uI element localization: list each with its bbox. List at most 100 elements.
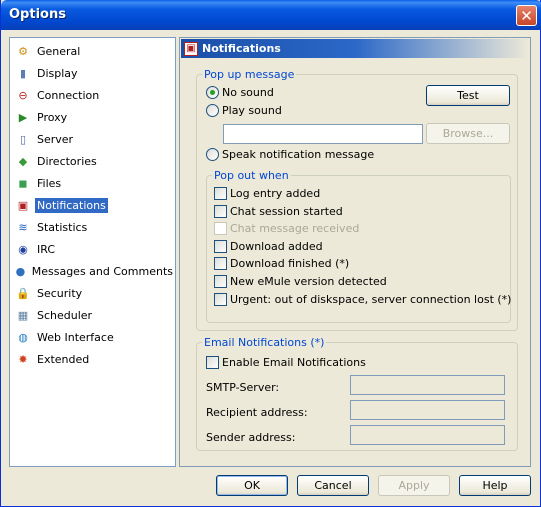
nav-item-irc[interactable]: ◉ IRC xyxy=(10,238,175,260)
nav-item-statistics[interactable]: ≋ Statistics xyxy=(10,216,175,238)
pop-out-label: Log entry added xyxy=(230,187,321,200)
smtp-server-label: SMTP-Server: xyxy=(206,381,280,394)
pop-out-checkbox xyxy=(214,222,227,236)
connection-icon: ⊖ xyxy=(18,88,28,102)
nav-item-label: Proxy xyxy=(37,110,68,124)
enable-email-checkbox[interactable] xyxy=(206,356,219,369)
no-sound-radio[interactable] xyxy=(206,86,219,99)
web-interface-icon: ◍ xyxy=(18,330,28,344)
no-sound-option[interactable]: No sound xyxy=(206,86,274,99)
nav-item-server[interactable]: ▯ Server xyxy=(10,128,175,150)
cancel-button[interactable]: Cancel xyxy=(297,475,369,496)
scheduler-icon: ▦ xyxy=(17,308,29,322)
pop-out-option[interactable]: Download finished (*) xyxy=(214,257,350,271)
play-sound-option[interactable]: Play sound xyxy=(206,104,282,117)
nav-item-files[interactable]: ◼ Files xyxy=(10,172,175,194)
ok-button[interactable]: OK xyxy=(216,475,288,496)
window-title: Options xyxy=(9,7,66,22)
sender-address-label: Sender address: xyxy=(206,431,296,444)
nav-item-display[interactable]: ▮ Display xyxy=(10,62,175,84)
nav-item-web-interface[interactable]: ◍ Web Interface xyxy=(10,326,175,348)
pop-out-option[interactable]: New eMule version detected xyxy=(214,275,387,288)
proxy-icon: ▶ xyxy=(18,110,28,124)
no-sound-label: No sound xyxy=(222,86,274,99)
nav-item-label: Display xyxy=(37,66,78,80)
nav-item-scheduler[interactable]: ▦ Scheduler xyxy=(10,304,175,326)
recipient-address-label: Recipient address: xyxy=(206,406,308,419)
nav-item-label: Scheduler xyxy=(37,308,93,322)
pop-out-option[interactable]: Download added xyxy=(214,239,323,253)
email-notifications-group: Email Notifications (*) Enable Email Not… xyxy=(196,336,518,451)
nav-item-messages-and-comments[interactable]: ● Messages and Comments xyxy=(10,260,175,282)
pop-out-checkbox[interactable] xyxy=(214,257,227,271)
nav-item-general[interactable]: ⚙ General xyxy=(10,40,175,62)
play-sound-radio[interactable] xyxy=(206,104,219,117)
speak-option[interactable]: Speak notification message xyxy=(206,148,374,161)
nav-item-label: Notifications xyxy=(35,197,108,213)
pop-out-label: New eMule version detected xyxy=(230,275,387,288)
speak-radio[interactable] xyxy=(206,148,219,161)
enable-email-option[interactable]: Enable Email Notifications xyxy=(206,356,366,369)
nav-item-label: Security xyxy=(37,286,83,300)
extended-icon: ✸ xyxy=(18,352,28,366)
sound-file-input[interactable] xyxy=(223,124,423,144)
pop-out-option[interactable]: Chat session started xyxy=(214,204,343,218)
notifications-panel: ▣ Notifications Pop up message No sound … xyxy=(179,37,531,467)
security-icon: 🔒 xyxy=(16,286,30,300)
pop-out-checkbox[interactable] xyxy=(214,275,227,288)
nav-item-label: Web Interface xyxy=(37,330,114,344)
close-icon: ✕ xyxy=(520,6,533,25)
recipient-address-input[interactable] xyxy=(350,400,505,420)
popup-message-legend: Pop up message xyxy=(202,68,297,81)
browse-button[interactable]: Browse... xyxy=(426,123,510,144)
speak-label: Speak notification message xyxy=(222,148,375,161)
sender-address-input[interactable] xyxy=(350,425,505,445)
messages-icon: ● xyxy=(15,264,26,278)
apply-button-label: Apply xyxy=(398,479,430,492)
popup-message-group: Pop up message No sound Test Play sound … xyxy=(196,68,518,331)
notifications-icon: ▣ xyxy=(17,198,29,212)
general-icon: ⚙ xyxy=(18,44,28,58)
nav-item-label: Extended xyxy=(37,352,90,366)
pop-out-checkbox[interactable] xyxy=(214,239,227,253)
nav-item-label: Directories xyxy=(37,154,97,168)
nav-item-label: IRC xyxy=(37,242,56,256)
pop-out-label: Download finished (*) xyxy=(230,257,350,271)
ok-button-label: OK xyxy=(244,479,260,492)
options-category-list[interactable]: ⚙ General ▮ Display ⊖ Connection ▶ Proxy ▯ Server… xyxy=(9,37,176,467)
pop-out-checkbox[interactable] xyxy=(214,204,227,218)
panel-header: ▣ Notifications xyxy=(181,39,529,58)
irc-icon: ◉ xyxy=(18,242,28,256)
directories-icon: ◆ xyxy=(18,154,28,168)
pop-out-label: Urgent: out of diskspace, server connect… xyxy=(230,292,512,306)
nav-item-security[interactable]: 🔒 Security xyxy=(10,282,175,304)
nav-item-notifications[interactable]: ▣ Notifications xyxy=(10,194,175,216)
cancel-button-label: Cancel xyxy=(314,479,352,492)
pop-out-checkbox[interactable] xyxy=(214,187,227,200)
nav-item-label: Connection xyxy=(37,88,100,102)
pop-out-option: Chat message received xyxy=(214,222,359,236)
test-button[interactable]: Test xyxy=(426,85,510,106)
panel-title: Notifications xyxy=(202,42,281,55)
statistics-icon: ≋ xyxy=(18,220,28,234)
nav-item-extended[interactable]: ✸ Extended xyxy=(10,348,175,370)
close-button[interactable]: ✕ xyxy=(516,5,537,26)
notifications-icon: ▣ xyxy=(184,41,198,56)
apply-button[interactable]: Apply xyxy=(378,475,450,496)
help-button[interactable]: Help xyxy=(459,475,531,496)
pop-out-option[interactable]: Log entry added xyxy=(214,187,320,200)
nav-item-label: Statistics xyxy=(37,220,88,234)
title-bar[interactable]: Options ✕ xyxy=(1,0,541,30)
nav-item-label: Messages and Comments xyxy=(31,264,173,278)
nav-item-proxy[interactable]: ▶ Proxy xyxy=(10,106,175,128)
smtp-server-input[interactable] xyxy=(350,375,505,395)
play-sound-label: Play sound xyxy=(222,104,282,117)
nav-item-connection[interactable]: ⊖ Connection xyxy=(10,84,175,106)
pop-out-option[interactable]: Urgent: out of diskspace, server connect… xyxy=(214,292,512,306)
pop-out-label: Chat session started xyxy=(230,204,343,218)
pop-out-when-group: Pop out when Log entry added Chat session… xyxy=(206,169,512,323)
pop-out-checkbox[interactable] xyxy=(214,292,227,306)
email-notifications-legend: Email Notifications (*) xyxy=(202,336,327,349)
nav-item-label: Server xyxy=(37,132,74,146)
nav-item-directories[interactable]: ◆ Directories xyxy=(10,150,175,172)
